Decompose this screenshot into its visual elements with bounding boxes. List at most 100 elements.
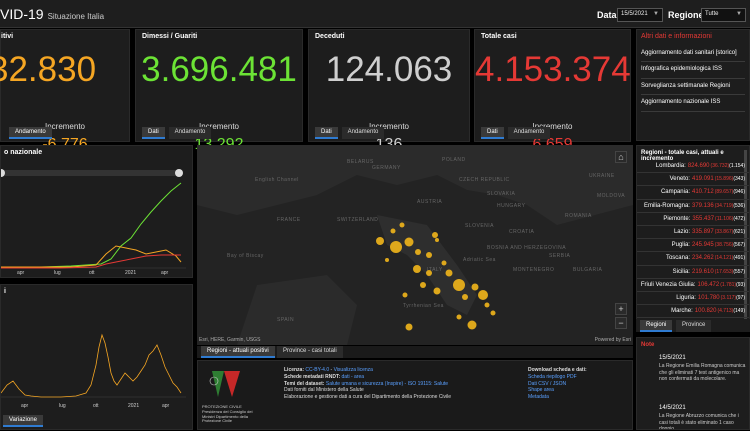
tab-province[interactable]: Province: [676, 320, 712, 332]
region-row[interactable]: Sicilia: 219.610 (17.653) (557): [637, 266, 749, 279]
map-label: CROATIA: [509, 229, 535, 235]
region-label: Regione: [668, 10, 704, 20]
region-total: 355.437: [692, 215, 715, 222]
region-row[interactable]: Emilia-Romagna: 379.136 (34.719) (536): [637, 200, 749, 213]
region-name: Marche:: [671, 308, 693, 315]
tab-dati[interactable]: Dati: [142, 127, 165, 139]
region-current: (17.653): [714, 268, 734, 275]
info-link[interactable]: Infografica epidemiologica ISS: [641, 62, 745, 79]
region-current: (34.719): [714, 202, 734, 209]
region-row[interactable]: Marche: 100.820 (4.713) (149): [637, 305, 749, 319]
tab-variazione[interactable]: Variazione: [3, 415, 43, 427]
date-value: 15/5/2021: [621, 11, 648, 17]
map-label: MONTENEGRO: [513, 267, 554, 273]
x-tick: 2021: [128, 403, 139, 409]
note-date: 14/5/2021: [659, 405, 686, 411]
info-link[interactable]: Sorveglianza settimanale Regioni: [641, 79, 745, 96]
x-tick: apr: [17, 270, 25, 276]
region-current: (38.756): [714, 242, 734, 249]
region-name: Emilia-Romagna:: [643, 202, 690, 209]
region-total: 335.897: [691, 229, 714, 236]
rndt-link[interactable]: dati - area: [342, 374, 365, 380]
tab-regioni[interactable]: Regioni: [640, 320, 673, 332]
tab-andamento[interactable]: Andamento: [507, 127, 551, 139]
region-increment: (93): [736, 281, 745, 288]
map-label: FRANCE: [277, 217, 301, 223]
regions-list: Lombardia: 824.690 (36.732) (1.154) Veneto: 4…: [637, 160, 749, 319]
region-name: Piemonte:: [663, 215, 691, 222]
region-current: (11.106): [715, 215, 734, 222]
region-current: (33.867): [714, 229, 734, 236]
region-increment: (567): [733, 242, 745, 249]
region-row[interactable]: Friuli Venezia Giulia: 106.472 (1.781) (93): [637, 279, 749, 292]
tab-andamento[interactable]: Andamento: [168, 127, 212, 139]
footer-meta: Licenza: CC-BY-4.0 - Visualizza licenza …: [284, 367, 494, 401]
x-tick: lug: [59, 403, 66, 409]
map-credit-right[interactable]: Powered by Esri: [595, 337, 631, 343]
info-title: Altri dati e informazioni: [641, 33, 712, 40]
x-tick: apr: [162, 403, 170, 409]
home-icon[interactable]: ⌂: [615, 151, 627, 163]
region-row[interactable]: Lazio: 335.897 (33.867) (621): [637, 226, 749, 240]
map-label: Tyrrhenian Sea: [403, 303, 444, 309]
map-view[interactable]: BELARUS POLAND GERMANY CZECH REPUBLIC SL…: [197, 145, 633, 345]
map-label: UKRAINE: [589, 173, 615, 179]
region-increment: (621): [733, 229, 745, 236]
info-link[interactable]: Aggiornamento nazionale ISS: [641, 95, 745, 112]
themes-value[interactable]: Salute umana e sicurezza (Inspire) - ISO…: [326, 381, 448, 387]
series-line-variation: [1, 333, 182, 398]
map-label: BELARUS: [347, 159, 374, 165]
region-total: 234.262: [691, 255, 714, 262]
kpi-title: Totale casi: [481, 33, 517, 40]
region-increment: (343): [733, 176, 745, 183]
chevron-down-icon: ▼: [736, 11, 742, 17]
regions-panel: Regioni - totale casi, attuali e increme…: [636, 145, 750, 331]
region-row[interactable]: Piemonte: 355.437 (11.106) (472): [637, 213, 749, 226]
zoom-out-button[interactable]: −: [615, 317, 627, 329]
region-row[interactable]: Campania: 410.712 (89.657) (946): [637, 186, 749, 200]
tab-regioni-positivi[interactable]: Regioni - attuali positivi: [201, 346, 275, 358]
region-increment: (536): [733, 202, 745, 209]
zoom-in-button[interactable]: +: [615, 303, 627, 315]
map-label: Bay of Biscay: [227, 253, 264, 259]
region-increment: (472): [733, 215, 745, 222]
x-tick: ott: [93, 403, 99, 409]
download-link[interactable]: Scheda riepilogo PDF: [528, 374, 628, 381]
tab-andamento[interactable]: Andamento: [9, 127, 52, 139]
region-row[interactable]: Toscana: 234.262 (14.121) (491): [637, 252, 749, 266]
date-select[interactable]: 15/5/2021 ▼: [617, 8, 663, 22]
region-row[interactable]: Veneto: 419.091 (15.896) (343): [637, 173, 749, 187]
download-link[interactable]: Shape area: [528, 387, 628, 394]
info-list: Aggiornamento dati sanitari [storico] In…: [641, 46, 745, 112]
region-current: (14.121): [714, 255, 734, 262]
kpi-title: Deceduti: [315, 33, 345, 40]
map-label: CZECH REPUBLIC: [459, 177, 510, 183]
tab-dati[interactable]: Dati: [315, 127, 338, 139]
region-total: 379.136: [691, 202, 714, 209]
license-link[interactable]: CC-BY-4.0: [305, 367, 329, 373]
region-total: 106.472: [697, 281, 720, 288]
map-label: SLOVENIA: [465, 223, 494, 229]
title-text: VID-19: [0, 6, 44, 22]
map-canvas: BELARUS POLAND GERMANY CZECH REPUBLIC SL…: [197, 145, 633, 345]
region-row[interactable]: Puglia: 245.945 (38.756) (567): [637, 239, 749, 253]
region-row[interactable]: Liguria: 101.780 (3.117) (97): [637, 292, 749, 306]
region-select[interactable]: Tutte ▼: [701, 8, 746, 22]
map-label: SWITZERLAND: [337, 217, 378, 223]
tab-dati[interactable]: Dati: [481, 127, 504, 139]
download-link[interactable]: Dati CSV / JSON: [528, 381, 628, 388]
bubble-lombardia: [390, 241, 402, 253]
x-tick: ott: [89, 270, 95, 276]
range-slider-handle[interactable]: [175, 169, 183, 177]
tab-andamento[interactable]: Andamento: [341, 127, 385, 139]
tab-province-casi[interactable]: Province - casi totali: [277, 346, 343, 358]
download-link[interactable]: Metadata: [528, 394, 628, 401]
region-name: Lombardia:: [655, 163, 686, 170]
region-row[interactable]: Lombardia: 824.690 (36.732) (1.154): [637, 160, 749, 174]
region-increment: (557): [733, 268, 745, 275]
range-slider-track[interactable]: [1, 170, 181, 176]
top-bar: VID-19 Situazione Italia Data 15/5/2021 ▼…: [0, 0, 750, 28]
license-view-link[interactable]: Visualizza licenza: [334, 367, 373, 373]
map-label: SPAIN: [277, 317, 294, 323]
info-link[interactable]: Aggiornamento dati sanitari [storico]: [641, 46, 745, 63]
